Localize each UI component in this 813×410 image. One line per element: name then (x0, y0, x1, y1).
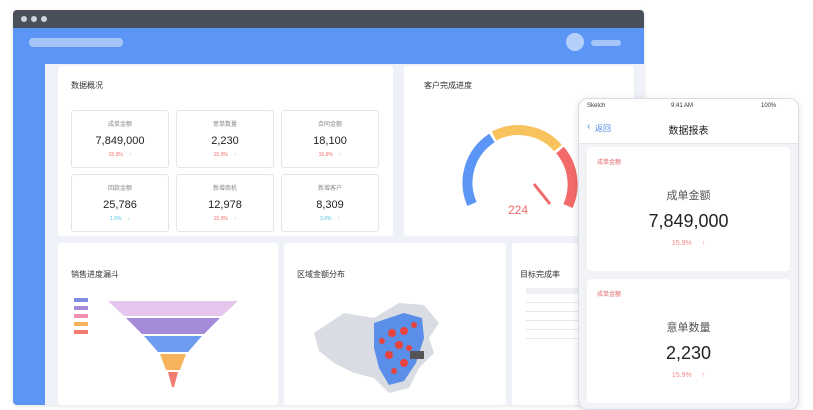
mobile-card-1[interactable]: 成单金额 成单金额 7,849,000 15.9% ↑ (587, 147, 790, 271)
overview-card-change: 15.9% ↑ (282, 152, 378, 158)
gauge-arc-mid (491, 125, 562, 152)
map-tooltip (410, 351, 424, 359)
gauge-value: 224 (508, 203, 528, 217)
map-title: 区域金额分布 (297, 270, 345, 279)
overview-card[interactable]: 合同金额 18,100 15.9% ↑ (281, 110, 379, 168)
avatar[interactable] (566, 33, 584, 51)
battery-label: 100% (761, 103, 777, 109)
mobile-card-change-value: 15.9% (671, 240, 692, 247)
mobile-card-change: 15.9% ↑ (587, 372, 790, 379)
funnel-title: 销售进度漏斗 (71, 270, 119, 279)
overview-card-change: 15.9% ↑ (72, 152, 168, 158)
mobile-card-change: 15.9% ↑ (587, 240, 790, 247)
overview-card-change-value: 15.9% (318, 152, 333, 158)
overview-card-label: 意单数量 (212, 122, 237, 128)
overview-card-label: 合同金额 (317, 122, 342, 128)
funnel-panel: 销售进度漏斗 (58, 243, 278, 405)
target-title: 目标完成率 (520, 270, 560, 279)
overview-card-value: 12,978 (208, 199, 242, 211)
window-minimize-dot[interactable] (31, 16, 37, 22)
funnel-stage-4 (160, 354, 186, 370)
window-titlebar (13, 10, 644, 28)
mobile-card-2[interactable]: 成单金额 意单数量 2,230 15.9% ↑ (587, 279, 790, 403)
overview-card-value: 18,100 (313, 135, 347, 147)
mobile-card-value: 2,230 (665, 343, 712, 363)
overview-card[interactable]: 成单金额 7,849,000 15.9% ↑ (71, 110, 169, 168)
mobile-card-trend: ↑ (701, 240, 706, 247)
mobile-phone: Sketch 9:41 AM 100% ‹ 返回 数据报表 成单金额 成单金额 … (578, 98, 799, 410)
overview-card[interactable]: 回款金额 25,786 1.6% ↓ (71, 174, 169, 232)
overview-card-change-value: 1.6% (110, 216, 122, 222)
overview-card-change-value: 15.9% (213, 216, 228, 222)
gauge-needle (532, 183, 552, 205)
overview-panel: 数据概况 成单金额 7,849,000 15.9% ↑ 意单数量 2,230 15.9% ↑ 合… (58, 66, 393, 236)
overview-title: 数据概况 (71, 81, 103, 90)
overview-card-label: 新增商机 (212, 186, 237, 192)
mobile-card-value: 7,849,000 (648, 211, 729, 231)
window-maximize-dot[interactable] (41, 16, 47, 22)
overview-card-trend: ↓ (127, 216, 130, 222)
overview-card-value: 8,309 (316, 199, 344, 211)
funnel-stage-2 (126, 318, 220, 334)
overview-card[interactable]: 新增客户 8,309 3.6% ↑ (281, 174, 379, 232)
funnel-stage-1 (108, 301, 238, 316)
overview-card-change-value: 3.6% (320, 216, 332, 222)
overview-card-change: 15.9% ↑ (177, 216, 273, 222)
overview-card-value: 7,849,000 (95, 135, 145, 147)
gauge-title: 客户完成进度 (424, 81, 472, 90)
clock-label: 9:41 AM (671, 103, 694, 109)
overview-card-label: 成单金额 (107, 122, 132, 128)
user-name-placeholder[interactable] (591, 40, 621, 46)
region-map (314, 303, 439, 393)
gauge-arc-high (556, 146, 578, 209)
funnel-stage-3 (144, 336, 202, 352)
mobile-card-tag: 成单金额 (597, 292, 622, 298)
mobile-card-trend: ↑ (701, 372, 706, 379)
overview-card-trend: ↑ (233, 216, 237, 222)
overview-card-change: 15.9% ↑ (177, 152, 273, 158)
overview-card[interactable]: 新增商机 12,978 15.9% ↑ (176, 174, 274, 232)
gauge-arc-low (462, 133, 495, 207)
funnel-legend-item (74, 314, 88, 318)
overview-card-label: 回款金额 (107, 186, 132, 192)
overview-card-trend: ↑ (338, 152, 342, 158)
overview-card-trend: ↑ (233, 152, 237, 158)
map-panel: 区域金额分布 (284, 243, 506, 405)
sidebar (13, 64, 45, 405)
mobile-card-label: 成单金额 (666, 190, 711, 202)
dashboard-window: 数据概况 成单金额 7,849,000 15.9% ↑ 意单数量 2,230 15.9% ↑ 合… (13, 10, 644, 405)
top-header-bar (13, 28, 644, 64)
funnel-legend-item (74, 330, 88, 334)
funnel-legend-item (74, 322, 88, 326)
overview-card-change: 3.6% ↑ (282, 216, 378, 222)
mobile-navbar: ‹ 返回 数据报表 (579, 113, 798, 144)
overview-card-change-value: 15.9% (108, 152, 123, 158)
overview-card-trend: ↑ (128, 152, 132, 158)
header-title-placeholder (29, 38, 123, 47)
window-close-dot[interactable] (21, 16, 27, 22)
mobile-card-label: 意单数量 (666, 322, 711, 334)
carrier-label: Sketch (587, 103, 606, 109)
funnel-legend-item (74, 306, 88, 310)
status-bar: Sketch 9:41 AM 100% (579, 99, 798, 113)
overview-card-value: 2,230 (211, 135, 239, 147)
funnel-legend-item (74, 298, 88, 302)
funnel-legend (74, 298, 88, 334)
overview-card-trend: ↑ (337, 216, 340, 222)
overview-card-label: 新增客户 (317, 186, 342, 192)
overview-card-change-value: 15.9% (213, 152, 228, 158)
gauge-chart: 224 (462, 125, 578, 217)
overview-card[interactable]: 意单数量 2,230 15.9% ↑ (176, 110, 274, 168)
overview-card-change: 1.6% ↓ (72, 216, 168, 222)
mobile-title: 数据报表 (668, 126, 709, 137)
overview-card-value: 25,786 (103, 199, 137, 211)
funnel-chart (108, 301, 238, 387)
mobile-card-change-value: 15.9% (671, 372, 692, 379)
mobile-card-tag: 成单金额 (597, 160, 622, 166)
funnel-stage-5 (168, 372, 178, 387)
